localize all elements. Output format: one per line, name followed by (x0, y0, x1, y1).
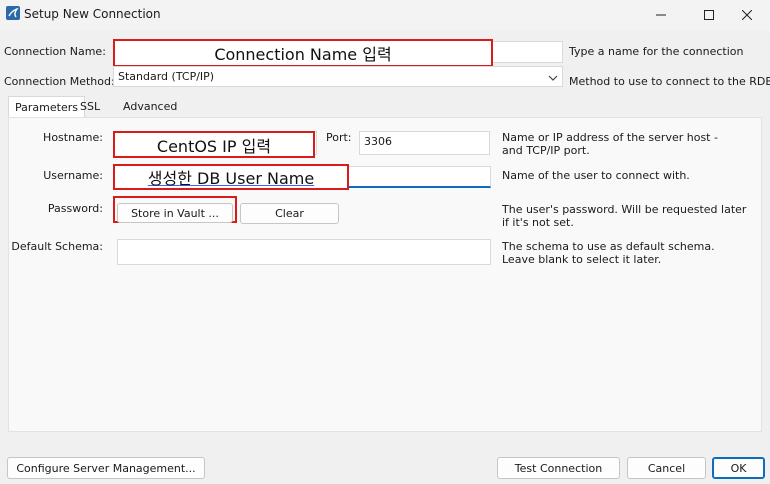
hostname-annotation: CentOS IP 입력 (113, 131, 315, 158)
connection-name-label: Connection Name: (4, 45, 106, 58)
store-in-vault-button[interactable]: Store in Vault ... (117, 203, 233, 223)
connection-name-help: Type a name for the connection (569, 45, 744, 58)
default-schema-help: The schema to use as default schema. Lea… (502, 240, 715, 266)
mysql-workbench-icon (6, 6, 20, 20)
connection-method-select[interactable]: Standard (TCP/IP) (113, 66, 563, 87)
connection-method-help: Method to use to connect to the RDBMS (569, 75, 770, 88)
username-label: Username: (43, 169, 103, 182)
port-label: Port: (326, 131, 352, 144)
ok-button[interactable]: OK (712, 457, 765, 479)
window-title: Setup New Connection (24, 7, 161, 21)
close-button[interactable] (724, 0, 770, 30)
password-label: Password: (47, 202, 103, 215)
tab-advanced[interactable]: Advanced (117, 96, 183, 118)
username-annotation: 생성한 DB User Name (113, 164, 349, 190)
tab-ssl[interactable]: SSL (74, 96, 106, 118)
clear-password-button[interactable]: Clear (240, 203, 339, 224)
port-input[interactable]: 3306 (359, 131, 490, 155)
hostname-help: Name or IP address of the server host - … (502, 131, 718, 157)
default-schema-label: Default Schema: (11, 240, 103, 253)
connection-method-label: Connection Method: (4, 75, 115, 88)
default-schema-input[interactable] (117, 239, 491, 265)
password-help: The user's password. Will be requested l… (502, 203, 747, 229)
connection-method-value: Standard (TCP/IP) (118, 70, 215, 83)
chevron-down-icon (548, 72, 558, 81)
port-value: 3306 (364, 135, 392, 148)
test-connection-button[interactable]: Test Connection (497, 457, 620, 479)
cancel-button[interactable]: Cancel (627, 457, 706, 479)
username-help: Name of the user to connect with. (502, 169, 690, 182)
hostname-label: Hostname: (43, 131, 103, 144)
configure-server-management-button[interactable]: Configure Server Management... (7, 457, 205, 479)
connection-name-annotation: Connection Name 입력 (113, 39, 493, 67)
minimize-button[interactable] (638, 0, 684, 30)
username-annotation-text: 생성한 DB User Name (147, 169, 315, 188)
